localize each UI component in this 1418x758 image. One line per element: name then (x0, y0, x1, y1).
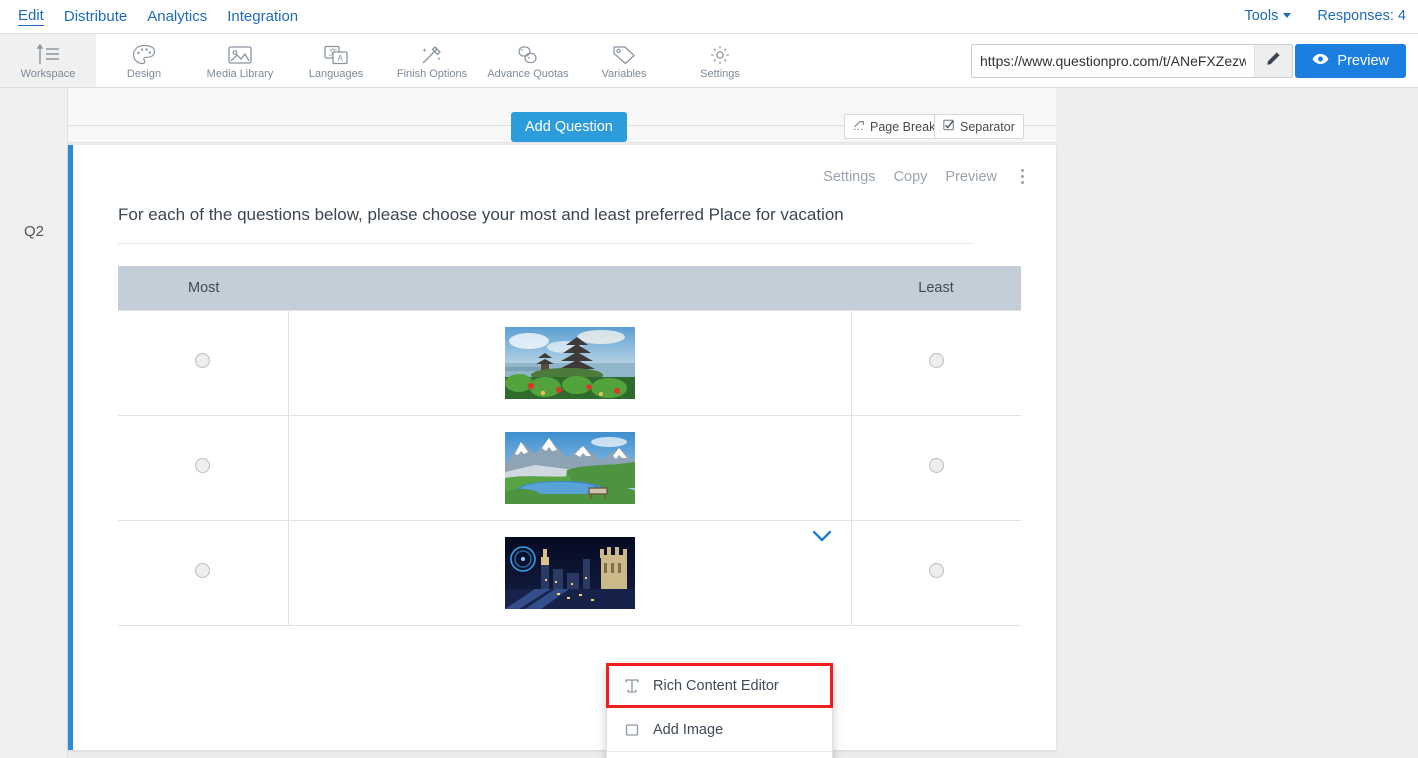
main-toolbar: Workspace Design Media Library 文A Langua… (0, 33, 1418, 88)
maxdiff-matrix-table: Most Least (118, 266, 1021, 626)
responses-count[interactable]: Responses: 4 (1317, 8, 1406, 25)
most-cell-row-1[interactable] (118, 309, 289, 416)
toolbar-label-media-library: Media Library (206, 67, 274, 80)
toolbar-item-media-library[interactable]: Media Library (192, 34, 288, 87)
edit-url-button[interactable] (1254, 45, 1292, 77)
page-break-label: Page Break (870, 119, 936, 134)
separator-button[interactable]: Separator (934, 114, 1024, 139)
image-square-icon (623, 723, 641, 737)
top-nav-analytics[interactable]: Analytics (147, 8, 207, 26)
option-context-menu: Rich Content Editor Add Image Remove Opt… (606, 663, 833, 758)
toolbar-label-design: Design (126, 67, 162, 80)
survey-url-field[interactable] (971, 44, 1293, 78)
toolbar-label-advance-quotas: Advance Quotas (487, 67, 569, 80)
least-cell-row-3[interactable] (850, 519, 1021, 626)
palette-icon (132, 42, 156, 66)
top-nav-distribute[interactable]: Distribute (64, 8, 127, 26)
option-cell-row-1[interactable] (287, 309, 852, 416)
question-number-label: Q2 (23, 223, 44, 240)
top-nav-edit[interactable]: Edit (18, 7, 44, 26)
page-break-icon (853, 119, 865, 134)
toolbar-item-finish-options[interactable]: Finish Options (384, 34, 480, 87)
option-image-balinese-temple (504, 326, 635, 399)
toolbar-label-variables: Variables (601, 67, 647, 80)
eye-icon (1312, 53, 1329, 69)
option-image-swiss-alps (500, 431, 639, 504)
toolbar-label-workspace: Workspace (20, 67, 76, 80)
option-cell-row-3[interactable] (287, 519, 852, 626)
matrix-header-row: Most Least (118, 266, 1021, 310)
svg-text:A: A (338, 53, 344, 62)
chain-link-icon (516, 42, 540, 66)
survey-workarea: Q2 Add Question Page Break Separator Set… (0, 88, 1418, 758)
question-copy-link[interactable]: Copy (894, 169, 928, 185)
languages-icon: 文A (323, 42, 349, 66)
tools-menu[interactable]: Tools (1244, 8, 1292, 25)
radio-most-1[interactable] (195, 352, 211, 368)
toolbar-item-workspace[interactable]: Workspace (0, 34, 96, 87)
least-cell-row-2[interactable] (850, 414, 1021, 521)
table-row (118, 414, 1021, 521)
table-row (118, 309, 1021, 416)
menu-item-add-image[interactable]: Add Image (607, 708, 832, 751)
toolbar-item-settings[interactable]: Settings (672, 34, 768, 87)
media-library-icon (227, 42, 253, 66)
top-nav-items: Edit Distribute Analytics Integration (0, 7, 298, 26)
top-navigation-bar: Edit Distribute Analytics Integration To… (0, 0, 1418, 33)
most-cell-row-2[interactable] (118, 414, 289, 521)
radio-most-3[interactable] (195, 562, 211, 578)
menu-item-remove-option[interactable]: Remove Option (607, 752, 832, 758)
preview-button[interactable]: Preview (1295, 44, 1406, 78)
menu-label-add-image: Add Image (653, 721, 724, 738)
least-cell-row-1[interactable] (850, 309, 1021, 416)
toolbar-item-languages[interactable]: 文A Languages (288, 34, 384, 87)
chevron-down-icon (1283, 13, 1292, 18)
pencil-icon (1266, 51, 1281, 71)
menu-label-rich-content-editor: Rich Content Editor (653, 677, 779, 694)
question-action-bar: Settings Copy Preview (823, 167, 1030, 186)
toolbar-item-variables[interactable]: Variables (576, 34, 672, 87)
survey-url-input[interactable] (972, 45, 1254, 77)
radio-most-2[interactable] (195, 457, 211, 473)
top-nav-right-group: Tools Responses: 4 (1218, 0, 1406, 33)
tools-menu-label: Tools (1244, 8, 1279, 24)
preview-button-label: Preview (1337, 53, 1389, 69)
separator-checkbox-icon (943, 119, 955, 134)
question-gutter (0, 88, 68, 758)
column-header-most: Most (118, 266, 288, 310)
radio-least-3[interactable] (928, 562, 944, 578)
option-cell-row-2[interactable] (287, 414, 852, 521)
most-cell-row-3[interactable] (118, 519, 289, 626)
question-settings-link[interactable]: Settings (823, 169, 875, 185)
toolbar-label-finish-options: Finish Options (396, 67, 468, 80)
page-break-button[interactable]: Page Break (844, 114, 945, 139)
gear-icon (708, 42, 732, 66)
menu-item-rich-content-editor[interactable]: Rich Content Editor (606, 663, 833, 708)
option-image-london-night (504, 536, 635, 609)
column-header-option (288, 266, 851, 310)
top-nav-integration[interactable]: Integration (227, 8, 298, 26)
add-question-button[interactable]: Add Question (511, 112, 627, 142)
add-question-strip: Add Question Page Break Separator (68, 88, 1056, 143)
separator-label: Separator (960, 119, 1015, 134)
column-header-least: Least (851, 266, 1021, 310)
chevron-down-icon[interactable] (811, 529, 833, 548)
toolbar-label-settings: Settings (700, 67, 740, 80)
question-preview-link[interactable]: Preview (945, 169, 997, 185)
magic-wand-icon (420, 42, 444, 66)
more-options-icon[interactable] (1015, 167, 1030, 186)
tag-icon (611, 42, 637, 66)
table-row (118, 519, 1021, 626)
radio-least-2[interactable] (928, 457, 944, 473)
radio-least-1[interactable] (928, 352, 944, 368)
toolbar-label-languages: Languages (308, 67, 364, 80)
workspace-icon (35, 42, 61, 66)
question-text[interactable]: For each of the questions below, please … (118, 205, 973, 244)
question-card: Settings Copy Preview For each of the qu… (68, 145, 1056, 750)
text-cursor-icon (623, 678, 641, 694)
toolbar-item-design[interactable]: Design (96, 34, 192, 87)
toolbar-item-advance-quotas[interactable]: Advance Quotas (480, 34, 576, 87)
